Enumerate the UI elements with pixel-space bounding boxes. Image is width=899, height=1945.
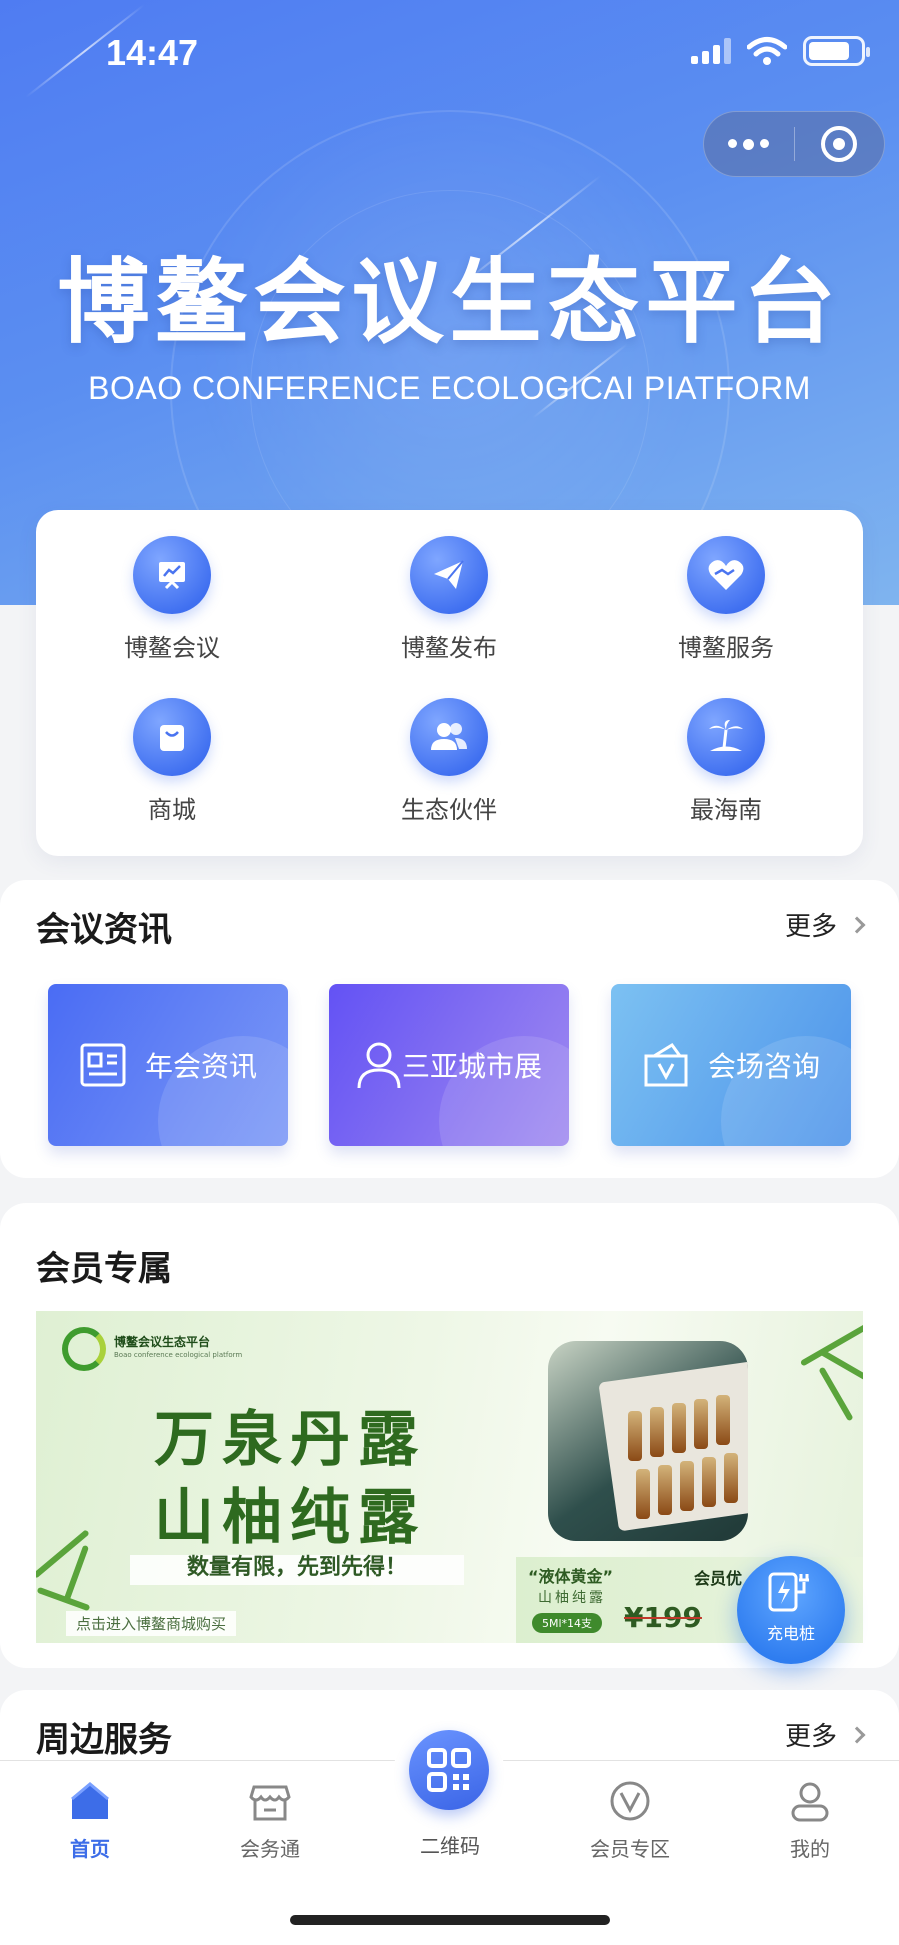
news-tile-annual[interactable]: 年会资讯: [48, 984, 288, 1146]
news-more-link[interactable]: 更多: [784, 906, 866, 943]
home-indicator: [290, 1915, 610, 1925]
banner-buy-hint: 点击进入博鳌商城购买: [66, 1611, 237, 1636]
tab-home[interactable]: 首页: [20, 1779, 160, 1862]
home-icon: [71, 1782, 109, 1819]
menu-item-label: 博鳌会议: [124, 634, 220, 662]
banner-brand-en: Boao conference ecological platform: [114, 1351, 243, 1359]
tab-label: 会员专区: [590, 1837, 670, 1861]
menu-item-label: 商城: [148, 796, 196, 824]
section-title: 会员专属: [36, 1249, 172, 1289]
tab-label-qr: 二维码: [420, 1834, 480, 1858]
more-label: 更多: [784, 912, 837, 942]
charging-plug-icon: [768, 1572, 809, 1612]
product-photo: [548, 1341, 748, 1541]
tab-qr-code[interactable]: [394, 1715, 504, 1825]
menu-item-label: 最海南: [690, 796, 762, 824]
user-icon: [791, 1782, 829, 1822]
quick-menu-card: 博鳌会议 博鳌发布 博鳌服务 商城 生态伙伴 最海南: [36, 510, 863, 856]
vip-icon: [610, 1781, 650, 1821]
tab-conference[interactable]: 会务通: [200, 1779, 340, 1862]
banner-product-line1: 万泉丹露: [154, 1405, 426, 1475]
presentation-chart-icon: [133, 536, 211, 614]
status-icons: [691, 36, 870, 66]
banner-spec: 5Ml*14支: [532, 1613, 603, 1633]
heart-hand-icon: [687, 536, 765, 614]
banner-original-price: ¥199: [624, 1601, 702, 1634]
menu-item-boao-publish[interactable]: 博鳌发布: [349, 536, 549, 663]
news-section: 会议资讯 更多 年会资讯 三亚城市展 会场咨询: [0, 880, 899, 1178]
banner-gold-title: “液体黄金”: [528, 1567, 614, 1586]
wifi-icon: [747, 37, 787, 65]
tile-label: 三亚城市展: [401, 1050, 542, 1083]
users-icon: [410, 698, 488, 776]
news-tile-venue[interactable]: 会场咨询: [611, 984, 851, 1146]
tab-vip[interactable]: 会员专区: [560, 1779, 700, 1862]
section-title: 会议资讯: [36, 910, 172, 950]
banner-brand: 博鳌会议生态平台: [114, 1335, 211, 1349]
nearby-more-link[interactable]: 更多: [784, 1716, 866, 1753]
menu-item-hainan[interactable]: 最海南: [626, 698, 826, 825]
charger-label: 充电桩: [766, 1624, 815, 1643]
close-miniprogram-icon[interactable]: [795, 126, 885, 162]
bag-v-icon: [644, 1042, 688, 1087]
status-time: 14:47: [106, 32, 199, 73]
store-icon: [249, 1785, 291, 1821]
more-options-icon[interactable]: [704, 138, 794, 150]
miniprogram-capsule: [703, 111, 885, 177]
tab-label: 首页: [70, 1837, 110, 1861]
more-label: 更多: [784, 1722, 837, 1752]
tab-label: 我的: [790, 1837, 830, 1861]
hero-title: 博鳌会议生态平台: [57, 249, 842, 356]
menu-item-label: 博鳌服务: [678, 634, 774, 662]
tab-mine[interactable]: 我的: [740, 1779, 880, 1862]
battery-icon: [803, 36, 870, 66]
menu-item-boao-meeting[interactable]: 博鳌会议: [72, 536, 272, 663]
palm-island-icon: [687, 698, 765, 776]
cellular-signal-icon: [691, 38, 731, 64]
menu-item-label: 博鳌发布: [401, 634, 497, 662]
menu-item-mall[interactable]: 商城: [72, 698, 272, 825]
brand-logo-icon: [62, 1327, 106, 1371]
menu-item-eco-partner[interactable]: 生态伙伴: [349, 698, 549, 825]
menu-item-boao-service[interactable]: 博鳌服务: [626, 536, 826, 663]
tile-label: 年会资讯: [144, 1050, 257, 1083]
person-icon: [357, 1042, 401, 1089]
newspaper-icon: [80, 1043, 126, 1087]
banner-product-line2: 山柚纯露: [154, 1483, 426, 1553]
tile-label: 会场咨询: [707, 1050, 820, 1083]
section-title: 周边服务: [36, 1720, 172, 1760]
chevron-right-icon: [848, 916, 866, 933]
shopping-bag-icon: [133, 698, 211, 776]
qr-code-icon: [409, 1730, 489, 1810]
banner-member-tag: 会员优: [694, 1569, 743, 1588]
banner-gold-sub: 山柚纯露: [538, 1590, 606, 1606]
paper-plane-icon: [410, 536, 488, 614]
hero-subtitle: BOAO CONFERENCE ECOLOGICAI PIATFORM: [88, 370, 811, 406]
news-tile-sanya[interactable]: 三亚城市展: [329, 984, 569, 1146]
banner-slogan: 数量有限，先到先得！: [186, 1555, 407, 1580]
charging-station-button[interactable]: 充电桩: [737, 1556, 845, 1664]
chevron-right-icon: [848, 1726, 866, 1743]
menu-item-label: 生态伙伴: [401, 796, 497, 824]
tab-label: 会务通: [240, 1837, 300, 1861]
